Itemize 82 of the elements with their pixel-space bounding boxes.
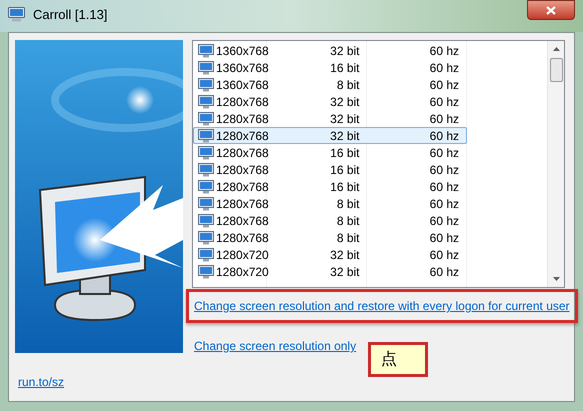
refresh-rate-text: 60 hz: [430, 94, 459, 110]
refresh-rate-text: 60 hz: [430, 212, 459, 230]
monitor-icon: [198, 264, 214, 278]
list-row[interactable]: 1280x768 32 bit 60 hz: [193, 127, 467, 144]
link[interactable]: Change screen resolution and restore with every logon for current user: [194, 299, 570, 313]
app-monitor-icon: [8, 7, 25, 22]
resolution-text: 1280x768: [216, 212, 269, 230]
color-depth-text: 32 bit: [330, 246, 360, 264]
resolution-text: 1360x768: [216, 76, 269, 94]
color-depth-text: 16 bit: [330, 144, 360, 162]
list-row[interactable]: 1280x720 32 bit 60 hz: [193, 263, 467, 280]
list-row[interactable]: 1360x768 8 bit 60 hz: [193, 76, 467, 93]
monitor-icon: [198, 180, 214, 194]
monitor-icon: [198, 248, 214, 262]
list-row[interactable]: 1280x768 8 bit 60 hz: [193, 212, 467, 229]
resolution-text: 1280x768: [216, 144, 269, 162]
color-depth-text: 32 bit: [330, 94, 360, 110]
callout: 点: [368, 342, 428, 377]
refresh-rate-text: 60 hz: [430, 230, 459, 246]
link[interactable]: Change screen resolution only: [194, 339, 356, 353]
color-depth-text: 16 bit: [330, 178, 360, 196]
monitor-icon: [198, 214, 214, 228]
color-depth-text: 8 bit: [336, 76, 360, 94]
refresh-rate-text: 60 hz: [430, 264, 459, 280]
refresh-rate-text: 60 hz: [430, 42, 459, 60]
list-row[interactable]: 1280x768 16 bit 60 hz: [193, 178, 467, 195]
refresh-rate-text: 60 hz: [430, 162, 459, 178]
link[interactable]: run.to/sz: [18, 375, 64, 389]
window-title: Carroll [1.13]: [33, 6, 108, 23]
list-row[interactable]: 1360x768 32 bit 60 hz: [193, 42, 467, 59]
monitor-icon: [198, 196, 214, 210]
color-depth-text: 16 bit: [330, 162, 360, 178]
close-button[interactable]: [527, 0, 575, 20]
monitor-icon: [198, 60, 214, 74]
refresh-rate-text: 60 hz: [430, 178, 459, 196]
list-row[interactable]: 1280x768 8 bit 60 hz: [193, 229, 467, 246]
list-row[interactable]: 1280x768 8 bit 60 hz: [193, 195, 467, 212]
refresh-rate-text: 60 hz: [430, 76, 459, 94]
scroll-up-icon[interactable]: [552, 47, 560, 51]
scroll-down-icon[interactable]: [552, 277, 560, 281]
monitor-icon: [198, 128, 214, 142]
refresh-rate-text: 60 hz: [430, 144, 459, 162]
refresh-rate-text: 60 hz: [430, 196, 459, 212]
refresh-rate-text: 60 hz: [430, 246, 459, 264]
refresh-rate-text: 60 hz: [430, 110, 459, 128]
resolution-text: 1280x768: [216, 196, 269, 212]
monitor-icon: [198, 112, 214, 126]
resolution-text: 1280x768: [216, 162, 269, 178]
resolution-text: 1280x768: [216, 110, 269, 128]
resolution-text: 1360x768: [216, 42, 269, 60]
list-row[interactable]: 1280x768 16 bit 60 hz: [193, 144, 467, 161]
list-row[interactable]: 1280x768 16 bit 60 hz: [193, 161, 467, 178]
monitor-icon: [198, 146, 214, 160]
resolution-text: 1280x720: [216, 264, 269, 280]
resolution-text: 1280x768: [216, 178, 269, 196]
monitor-icon: [198, 162, 214, 176]
refresh-rate-text: 60 hz: [430, 128, 459, 144]
color-depth-text: 8 bit: [336, 212, 360, 230]
color-depth-text: 8 bit: [336, 196, 360, 212]
color-depth-text: 32 bit: [330, 110, 360, 128]
color-depth-text: 8 bit: [336, 230, 360, 246]
monitor-icon: [198, 94, 214, 108]
color-depth-text: 32 bit: [330, 42, 360, 60]
resolution-text: 1280x768: [216, 230, 269, 246]
monitor-icon: [198, 230, 214, 244]
list-row[interactable]: 1280x768 32 bit 60 hz: [193, 110, 467, 127]
resolution-text: 1280x768: [216, 94, 269, 110]
resolution-text: 1280x768: [216, 128, 269, 144]
close-icon: [546, 6, 556, 14]
resolution-text: 1360x768: [216, 60, 269, 76]
color-depth-text: 32 bit: [330, 128, 360, 144]
resolution-text: 1280x720: [216, 246, 269, 264]
refresh-rate-text: 60 hz: [430, 60, 459, 76]
scrollbar[interactable]: [547, 41, 564, 287]
color-depth-text: 16 bit: [330, 60, 360, 76]
color-depth-text: 32 bit: [330, 264, 360, 280]
list-row[interactable]: 1280x768 32 bit 60 hz: [193, 93, 467, 110]
monitor-icon: [198, 78, 214, 92]
list-row[interactable]: 1360x768 16 bit 60 hz: [193, 59, 467, 76]
monitor-icon: [198, 44, 214, 58]
list-row[interactable]: 1280x720 32 bit 60 hz: [193, 246, 467, 263]
scroll-thumb[interactable]: [550, 58, 562, 82]
